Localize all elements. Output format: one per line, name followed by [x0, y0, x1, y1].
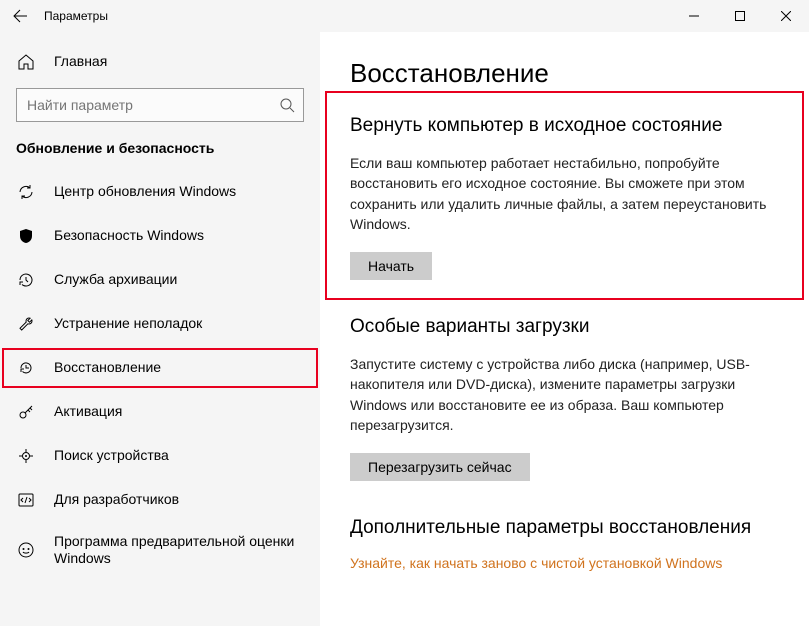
search-input[interactable] — [27, 97, 279, 113]
sidebar-item-label: Восстановление — [54, 359, 304, 377]
sidebar-item-windows-update[interactable]: Центр обновления Windows — [0, 170, 320, 214]
maximize-icon — [735, 11, 745, 21]
reset-block: Вернуть компьютер в исходное состояние Е… — [350, 115, 779, 280]
maximize-button[interactable] — [717, 0, 763, 32]
sidebar-item-label: Центр обновления Windows — [54, 183, 304, 201]
sidebar: Главная Обновление и безопасность Центр … — [0, 32, 320, 626]
back-arrow-icon — [12, 8, 28, 24]
reset-description: Если ваш компьютер работает нестабильно,… — [350, 153, 779, 234]
sidebar-item-backup[interactable]: Служба архивации — [0, 258, 320, 302]
more-heading: Дополнительные параметры восстановления — [350, 517, 779, 539]
key-icon — [16, 402, 36, 422]
sidebar-item-recovery[interactable]: Восстановление — [0, 346, 320, 390]
shield-icon — [16, 226, 36, 246]
reset-heading: Вернуть компьютер в исходное состояние — [350, 115, 779, 137]
reset-start-button[interactable]: Начать — [350, 252, 432, 280]
sidebar-item-label: Программа предварительной оценки Windows — [54, 533, 304, 568]
search-icon — [279, 97, 295, 113]
minimize-button[interactable] — [671, 0, 717, 32]
sidebar-section-title: Обновление и безопасность — [0, 132, 320, 170]
sidebar-item-developers[interactable]: Для разработчиков — [0, 478, 320, 522]
window-title: Параметры — [44, 9, 108, 23]
sidebar-item-label: Активация — [54, 403, 304, 421]
content-area: Восстановление Вернуть компьютер в исход… — [320, 32, 809, 626]
back-button[interactable] — [0, 0, 40, 32]
wrench-icon — [16, 314, 36, 334]
sidebar-item-label: Для разработчиков — [54, 491, 304, 509]
sidebar-home-label: Главная — [54, 53, 304, 71]
sidebar-item-label: Поиск устройства — [54, 447, 304, 465]
close-button[interactable] — [763, 0, 809, 32]
sidebar-item-label: Служба архивации — [54, 271, 304, 289]
close-icon — [781, 11, 791, 21]
home-icon — [16, 52, 36, 72]
advanced-startup-block: Особые варианты загрузки Запустите систе… — [350, 316, 779, 481]
sidebar-item-find-device[interactable]: Поиск устройства — [0, 434, 320, 478]
locate-icon — [16, 446, 36, 466]
sidebar-home[interactable]: Главная — [0, 40, 320, 84]
sidebar-item-activation[interactable]: Активация — [0, 390, 320, 434]
sidebar-item-troubleshoot[interactable]: Устранение неполадок — [0, 302, 320, 346]
sidebar-item-label: Безопасность Windows — [54, 227, 304, 245]
advanced-heading: Особые варианты загрузки — [350, 316, 779, 338]
sidebar-item-label: Устранение неполадок — [54, 315, 304, 333]
backup-icon — [16, 270, 36, 290]
page-title: Восстановление — [350, 58, 779, 89]
advanced-description: Запустите систему с устройства либо диск… — [350, 354, 779, 435]
restart-now-button[interactable]: Перезагрузить сейчас — [350, 453, 530, 481]
sidebar-item-insider[interactable]: Программа предварительной оценки Windows — [0, 522, 320, 578]
minimize-icon — [689, 11, 699, 21]
insider-icon — [16, 540, 36, 560]
more-recovery-block: Дополнительные параметры восстановления … — [350, 517, 779, 573]
code-icon — [16, 490, 36, 510]
titlebar: Параметры — [0, 0, 809, 32]
search-box[interactable] — [16, 88, 304, 122]
history-icon — [16, 358, 36, 378]
fresh-start-link[interactable]: Узнайте, как начать заново с чистой уста… — [350, 555, 722, 571]
sync-icon — [16, 182, 36, 202]
sidebar-item-windows-security[interactable]: Безопасность Windows — [0, 214, 320, 258]
